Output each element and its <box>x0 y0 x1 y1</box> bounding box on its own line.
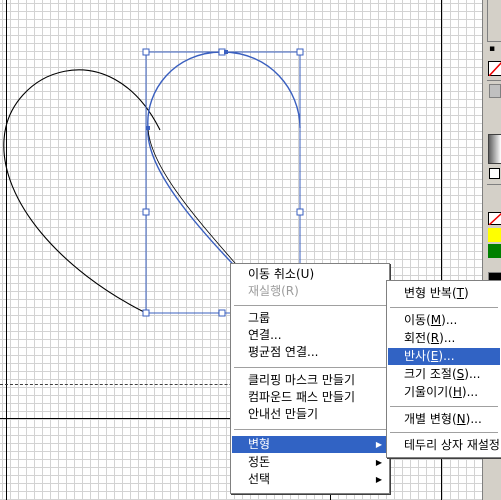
submenu-arrow-icon: ▶ <box>375 458 382 467</box>
submenu-label: 이동 <box>404 313 427 327</box>
menu-item-select[interactable]: 선택 ▶ <box>232 471 388 488</box>
transform-submenu: 변형 반복(T) 이동(M)... 회전(R)... 반사(E)... 크기 조… <box>386 280 501 458</box>
menu-item-arrange[interactable]: 정돈 ▶ <box>232 454 388 471</box>
context-menu: 이동 취소(U) 재실행(R) 그룹 연결... 평균점 연결... 클리핑 마… <box>230 263 390 494</box>
submenu-item-transform-again[interactable]: 변형 반복(T) <box>388 285 500 302</box>
submenu-shortcut: H <box>452 385 462 399</box>
submenu-suffix: ... <box>468 367 481 381</box>
submenu-label: 크기 조절 <box>404 367 452 381</box>
submenu-shortcut: E <box>430 349 439 363</box>
menu-item-redo: 재실행(R) <box>248 284 299 298</box>
submenu-shortcut: M <box>430 313 442 327</box>
submenu-suffix: ... <box>466 385 479 399</box>
submenu-item-shear[interactable]: 기울이기(H)... <box>388 384 500 401</box>
none-swatch-icon[interactable] <box>488 61 501 76</box>
menu-separator <box>234 305 386 306</box>
submenu-shortcut: N <box>456 412 466 426</box>
menu-item-transform[interactable]: 변형 ▶ <box>232 436 388 453</box>
menu-item-make-guides[interactable]: 안내선 만들기 <box>232 406 388 423</box>
submenu-arrow-icon: ▶ <box>375 475 382 484</box>
submenu-suffix: ... <box>445 313 458 327</box>
submenu-arrow-icon: ▶ <box>375 440 382 449</box>
panel-tab-icon[interactable]: ▪ <box>489 44 501 54</box>
menu-item-undo-move[interactable]: 이동 취소(U) <box>232 266 388 283</box>
submenu-suffix: ... <box>443 331 456 345</box>
gradient-swatch-icon[interactable] <box>488 134 501 164</box>
submenu-shortcut: S <box>456 367 465 381</box>
panel-top-edge <box>487 0 501 42</box>
menu-separator <box>234 367 386 368</box>
rectangle-icon[interactable] <box>489 168 500 179</box>
yellow-swatch[interactable] <box>488 228 501 242</box>
submenu-item-move[interactable]: 이동(M)... <box>388 312 500 329</box>
menu-separator <box>234 429 386 430</box>
menu-separator <box>390 406 498 407</box>
submenu-shortcut: R <box>430 331 440 345</box>
submenu-label: 변형 반복 <box>404 286 452 300</box>
menu-item-make-compound-path[interactable]: 컴파운드 패스 만들기 <box>232 389 388 406</box>
menu-item-make-clipping-mask[interactable]: 클리핑 마스크 만들기 <box>232 372 388 389</box>
menu-item-join[interactable]: 연결... <box>232 327 388 344</box>
submenu-item-rotate[interactable]: 회전(R)... <box>388 330 500 347</box>
submenu-item-reflect[interactable]: 반사(E)... <box>388 348 500 365</box>
submenu-suffix: ... <box>470 412 482 426</box>
menu-item-average-join[interactable]: 평균점 연결... <box>232 344 388 361</box>
submenu-label: 반사 <box>404 349 427 363</box>
submenu-item-scale[interactable]: 크기 조절(S)... <box>388 366 500 383</box>
menu-item-arrange-label: 정돈 <box>248 455 271 469</box>
panel-separator-1 <box>487 80 501 81</box>
menu-item-select-label: 선택 <box>248 472 271 486</box>
panel-header-icon <box>489 84 501 98</box>
green-swatch[interactable] <box>488 244 501 258</box>
menu-item-transform-label: 변형 <box>248 437 271 451</box>
submenu-shortcut: T <box>456 286 465 300</box>
submenu-suffix: ... <box>443 349 455 363</box>
submenu-item-reset-bounding-box[interactable]: 테두리 상자 재설정 <box>388 437 500 454</box>
panel-separator-2 <box>487 184 501 185</box>
submenu-label: 기울이기 <box>404 385 449 399</box>
menu-separator <box>390 307 498 308</box>
menu-item-group[interactable]: 그룹 <box>232 310 388 327</box>
submenu-item-transform-each[interactable]: 개별 변형(N)... <box>388 411 500 428</box>
none-swatch-icon-2[interactable] <box>488 212 501 225</box>
page-boundary-left <box>6 0 7 500</box>
submenu-label: 회전 <box>404 331 427 345</box>
menu-separator <box>390 432 498 433</box>
submenu-label: 개별 변형 <box>404 412 452 426</box>
